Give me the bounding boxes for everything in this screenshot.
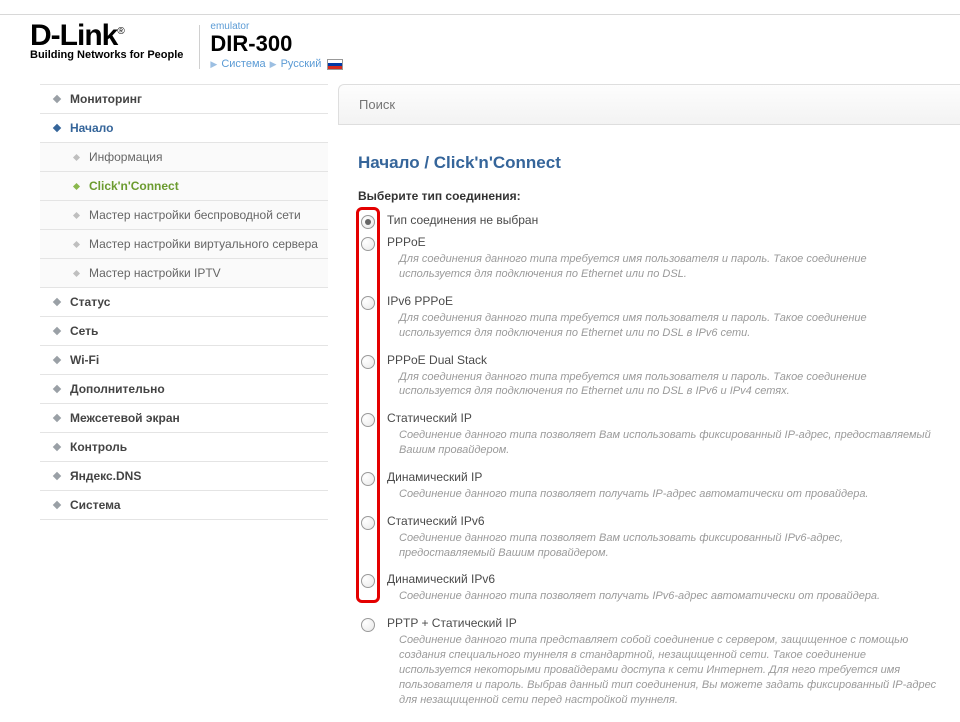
diamond-icon [73, 154, 80, 161]
diamond-icon [73, 241, 80, 248]
content: Начало / Click'n'Connect Выберите тип со… [338, 84, 960, 719]
diamond-icon [53, 327, 61, 335]
sidebar-item-7[interactable]: Контроль [40, 433, 328, 462]
option-label: PPPoE [387, 235, 940, 249]
device-model: DIR-300 [210, 32, 343, 56]
submenu-item-label: Мастер настройки беспроводной сети [89, 208, 301, 222]
diamond-icon [73, 270, 80, 277]
crumb-language[interactable]: Русский [281, 58, 322, 70]
sidebar-item-5[interactable]: Дополнительно [40, 375, 328, 404]
connection-radio-2[interactable] [361, 296, 375, 310]
connection-option-4: Статический IP Соединение данного типа по… [356, 411, 940, 464]
page-title: Начало / Click'n'Connect [358, 153, 960, 173]
header: D-Link® Building Networks for People emu… [0, 15, 960, 70]
option-label: Динамический IPv6 [387, 572, 940, 586]
diamond-icon [53, 443, 61, 451]
diamond-icon [53, 298, 61, 306]
logo-block: D-Link® Building Networks for People [30, 21, 183, 61]
diamond-icon [53, 385, 61, 393]
sidebar-item-2[interactable]: Статус [40, 288, 328, 317]
option-label: IPv6 PPPoE [387, 294, 940, 308]
diamond-icon [53, 356, 61, 364]
diamond-icon [53, 414, 61, 422]
diamond-icon [73, 183, 80, 190]
connection-radio-3[interactable] [361, 355, 375, 369]
submenu-item-4[interactable]: Мастер настройки IPTV [40, 259, 328, 288]
sidebar-item-6[interactable]: Межсетевой экран [40, 404, 328, 433]
sidebar-item-1[interactable]: Начало [40, 114, 328, 143]
section-label: Выберите тип соединения: [358, 189, 960, 203]
option-label: Тип соединения не выбран [387, 213, 940, 227]
sidebar: Мониторинг Начало Информация Click'n'Connec… [40, 84, 328, 719]
sidebar-item-label: Начало [70, 121, 113, 135]
submenu-item-label: Мастер настройки IPTV [89, 266, 221, 280]
diamond-icon [53, 95, 61, 103]
connection-option-8: PPTP + Статический IP Соединение данного … [356, 616, 940, 713]
sidebar-item-3[interactable]: Сеть [40, 317, 328, 346]
option-description: Для соединения данного типа требуется им… [399, 370, 940, 400]
connection-option-7: Динамический IPv6 Соединение данного типа… [356, 572, 940, 610]
connection-radio-7[interactable] [361, 574, 375, 588]
option-description: Соединение данного типа представляет соб… [399, 633, 940, 707]
sidebar-item-label: Статус [70, 295, 110, 309]
connection-radio-6[interactable] [361, 516, 375, 530]
sidebar-item-label: Контроль [70, 440, 127, 454]
breadcrumb: ▶ Система ▶ Русский [210, 58, 343, 70]
diamond-icon [73, 212, 80, 219]
sidebar-item-8[interactable]: Яндекс.DNS [40, 462, 328, 491]
connection-radio-5[interactable] [361, 472, 375, 486]
sidebar-item-label: Wi-Fi [70, 353, 99, 367]
submenu-item-label: Информация [89, 150, 162, 164]
crumb-system[interactable]: Система [221, 58, 265, 70]
connection-option-0: Тип соединения не выбран [356, 213, 940, 229]
logo: D-Link® [30, 21, 183, 51]
connection-option-5: Динамический IP Соединение данного типа п… [356, 470, 940, 508]
connection-option-2: IPv6 PPPoE Для соединения данного типа тр… [356, 294, 940, 347]
sidebar-item-label: Система [70, 498, 121, 512]
sidebar-item-label: Мониторинг [70, 92, 142, 106]
sidebar-item-label: Межсетевой экран [70, 411, 180, 425]
sidebar-item-label: Дополнительно [70, 382, 165, 396]
connection-option-6: Статический IPv6 Соединение данного типа … [356, 514, 940, 567]
option-description: Соединение данного типа позволяет Вам ис… [399, 531, 940, 561]
connection-option-1: PPPoE Для соединения данного типа требует… [356, 235, 940, 288]
diamond-icon [53, 501, 61, 509]
diamond-icon [53, 124, 61, 132]
sidebar-item-0[interactable]: Мониторинг [40, 84, 328, 114]
search-input[interactable] [338, 84, 960, 125]
header-divider [199, 25, 200, 69]
option-description: Соединение данного типа позволяет Вам ис… [399, 428, 940, 458]
option-label: Статический IPv6 [387, 514, 940, 528]
submenu-item-1[interactable]: Click'n'Connect [40, 172, 328, 201]
option-label: Динамический IP [387, 470, 940, 484]
submenu-item-0[interactable]: Информация [40, 143, 328, 172]
option-description: Для соединения данного типа требуется им… [399, 311, 940, 341]
connection-radio-8[interactable] [361, 618, 375, 632]
submenu-item-label: Click'n'Connect [89, 179, 179, 193]
chevron-right-icon: ▶ [210, 59, 217, 70]
sidebar-item-label: Сеть [70, 324, 98, 338]
option-description: Соединение данного типа позволяет получа… [399, 589, 940, 604]
submenu-item-3[interactable]: Мастер настройки виртуального сервера [40, 230, 328, 259]
option-label: PPTP + Статический IP [387, 616, 940, 630]
connection-radio-0[interactable] [361, 215, 375, 229]
option-label: Статический IP [387, 411, 940, 425]
connection-type-options: Тип соединения не выбран PPPoE Для соедине… [356, 213, 960, 713]
submenu-item-2[interactable]: Мастер настройки беспроводной сети [40, 201, 328, 230]
sidebar-item-label: Яндекс.DNS [70, 469, 141, 483]
submenu-item-label: Мастер настройки виртуального сервера [89, 237, 318, 251]
connection-radio-1[interactable] [361, 237, 375, 251]
option-description: Соединение данного типа позволяет получа… [399, 487, 940, 502]
connection-radio-4[interactable] [361, 413, 375, 427]
flag-ru-icon [327, 59, 343, 70]
connection-option-3: PPPoE Dual Stack Для соединения данного т… [356, 353, 940, 406]
option-label: PPPoE Dual Stack [387, 353, 940, 367]
sidebar-item-4[interactable]: Wi-Fi [40, 346, 328, 375]
sidebar-item-9[interactable]: Система [40, 491, 328, 520]
diamond-icon [53, 472, 61, 480]
option-description: Для соединения данного типа требуется им… [399, 252, 940, 282]
chevron-right-icon: ▶ [270, 59, 277, 70]
